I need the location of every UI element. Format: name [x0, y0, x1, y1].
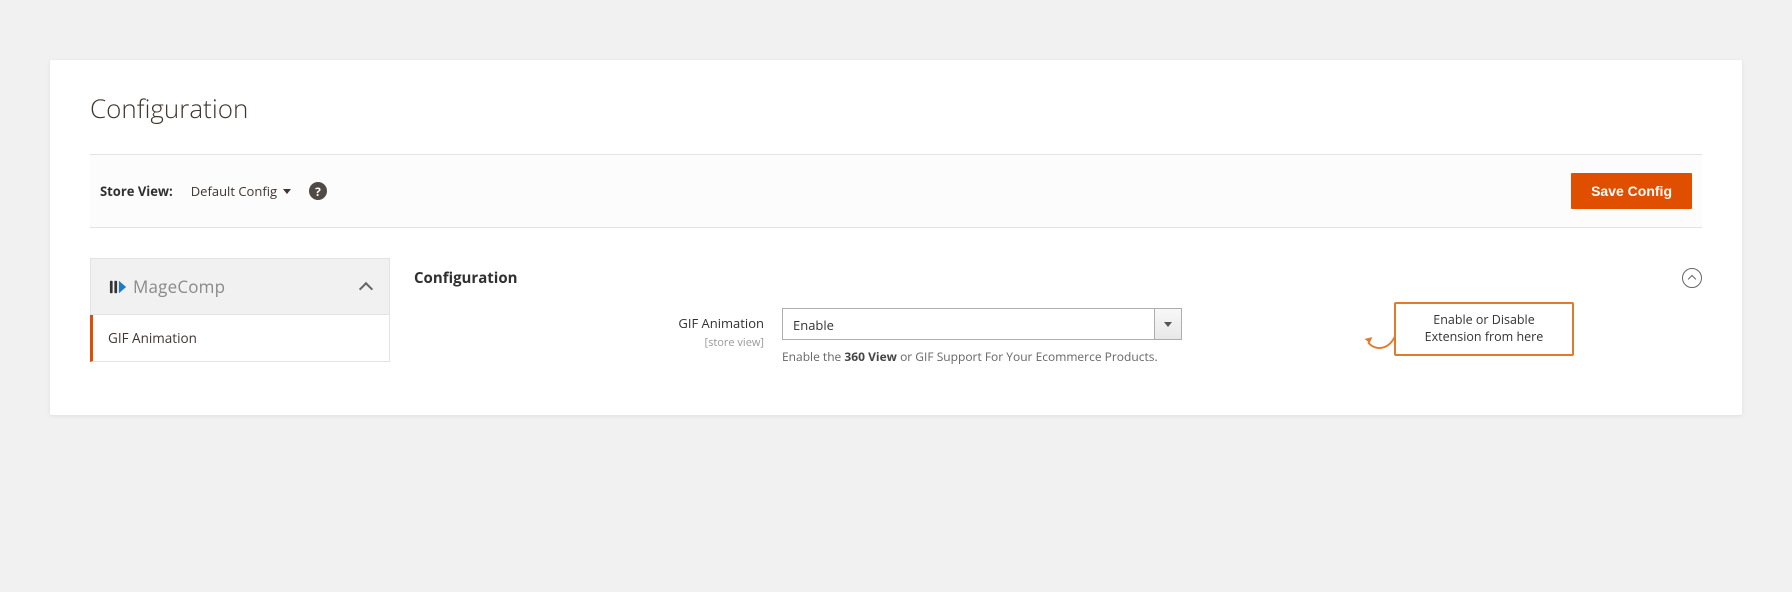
store-view-value: Default Config [191, 182, 277, 200]
field-gif-animation: GIF Animation [store view] Enable Enable… [614, 308, 1702, 365]
main-section: Configuration GIF Animation [store view]… [414, 258, 1702, 365]
section-collapse-button[interactable] [1682, 268, 1702, 288]
callout-line1: Enable or Disable [1433, 311, 1534, 328]
sidebar-group-label: MageComp [133, 275, 225, 298]
field-label: GIF Animation [614, 314, 764, 332]
content-row: MageComp GIF Animation Configuration GIF… [90, 258, 1702, 365]
select-dropdown-button[interactable] [1154, 308, 1182, 340]
store-view-switcher: Store View: Default Config ? [100, 182, 327, 200]
field-label-col: GIF Animation [store view] [614, 308, 764, 350]
sidebar: MageComp GIF Animation [90, 258, 390, 362]
caret-down-icon [283, 189, 291, 194]
store-view-select[interactable]: Default Config [191, 182, 291, 200]
field-input-col: Enable Enable the 360 View or GIF Suppor… [782, 308, 1182, 365]
note-prefix: Enable the [782, 348, 844, 365]
store-view-label: Store View: [100, 182, 173, 200]
field-note: Enable the 360 View or GIF Support For Y… [782, 348, 1182, 365]
help-icon[interactable]: ? [309, 182, 327, 200]
save-config-button[interactable]: Save Config [1571, 173, 1692, 209]
chevron-up-icon [1688, 275, 1696, 283]
note-strong: 360 View [844, 348, 897, 365]
sidebar-item-label: GIF Animation [108, 329, 197, 347]
magecomp-logo-icon [109, 278, 127, 296]
select-value: Enable [782, 308, 1154, 340]
note-suffix: or GIF Support For Your Ecommerce Produc… [897, 348, 1158, 365]
chevron-up-icon [359, 281, 373, 295]
section-head: Configuration [414, 258, 1702, 308]
brand-wrap: MageComp [109, 275, 225, 298]
gif-animation-select[interactable]: Enable [782, 308, 1182, 340]
sidebar-group-magecomp[interactable]: MageComp [90, 258, 390, 315]
section-title: Configuration [414, 268, 518, 288]
config-panel: Configuration Store View: Default Config… [50, 60, 1742, 415]
toolbar: Store View: Default Config ? Save Config [90, 154, 1702, 228]
field-scope: [store view] [705, 335, 764, 350]
caret-down-icon [1164, 322, 1172, 327]
callout-arrow-icon [1362, 332, 1398, 356]
callout-tooltip: Enable or Disable Extension from here [1394, 302, 1574, 356]
page-title: Configuration [90, 90, 1702, 126]
sidebar-item-gif-animation[interactable]: GIF Animation [90, 315, 390, 362]
callout-line2: Extension from here [1425, 328, 1544, 345]
